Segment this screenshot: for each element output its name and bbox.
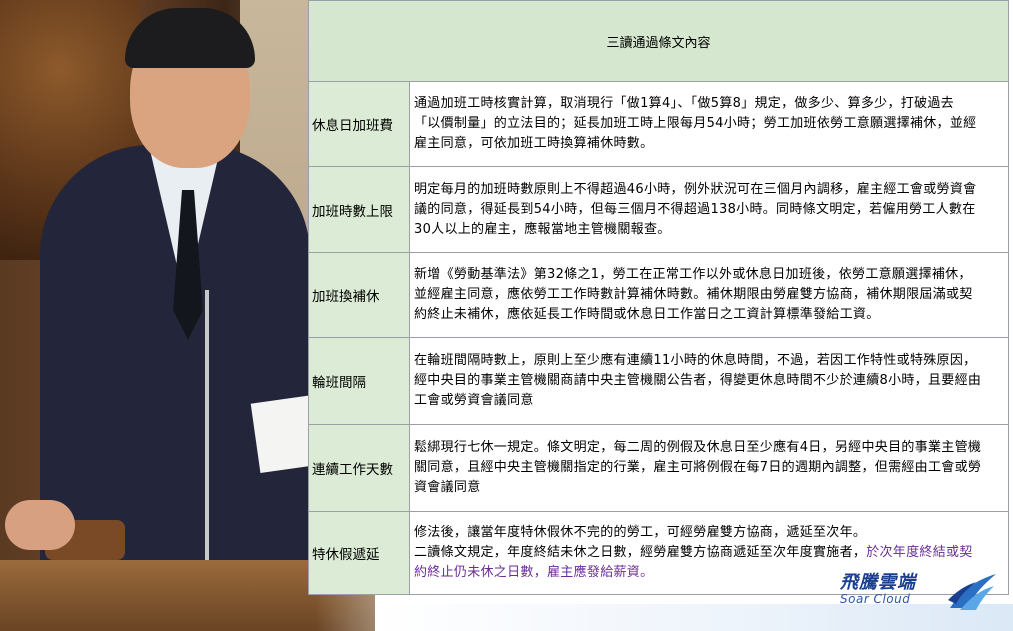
description-line: 在輪班間隔時數上，原則上至少應有連續11小時的休息時間，不過，若因工作特性或特殊… xyxy=(414,353,977,368)
wing-icon xyxy=(948,574,996,610)
hair-shape xyxy=(125,8,255,68)
description-line: 約終止未補休，應依延長工作時間或休息日工作當日之工資計算標準發給工資。 xyxy=(414,307,880,322)
description-line: 「以價制量」的立法目的；延長加班工時上限每月54小時；勞工加班依勞工意願選擇補休… xyxy=(414,116,977,131)
row-category: 加班換補休 xyxy=(308,252,410,338)
description-line: 通過加班工時核實計算，取消現行「做1算4」、「做5算8」規定，做多少、算多少，打… xyxy=(414,96,954,111)
row-category: 連續工作天數 xyxy=(308,424,410,512)
soar-cloud-logo: 飛騰雲端 Soar Cloud xyxy=(828,568,1003,624)
table-row: 休息日加班費 通過加班工時核實計算，取消現行「做1算4」、「做5算8」規定，做多… xyxy=(308,81,1009,167)
row-description: 在輪班間隔時數上，原則上至少應有連續11小時的休息時間，不過，若因工作特性或特殊… xyxy=(409,337,1009,425)
row-category: 特休假遞延 xyxy=(308,511,410,595)
logo-name-en: Soar Cloud xyxy=(840,592,911,606)
row-category: 輪班間隔 xyxy=(308,337,410,425)
row-description: 鬆綁現行七休一規定。條文明定，每二周的例假及休息日至少應有4日，另經中央目的事業… xyxy=(409,424,1009,512)
description-line: 修法後，讓當年度特休假休不完的的勞工，可經勞雇雙方協商，遞延至次年。 xyxy=(414,525,867,540)
table-row: 加班換補休 新增《勞動基準法》第32條之1，勞工在正常工作以外或休息日加班後，依… xyxy=(308,252,1009,338)
logo-name-cn: 飛騰雲端 xyxy=(840,572,916,593)
description-line: 並經雇主同意，應依勞工工作時數計算補休時數。補休期限由勞雇雙方協商，補休期限屆滿… xyxy=(414,287,973,302)
row-description: 明定每月的加班時數原則上不得超過46小時，例外狀況可在三個月內調移，雇主經工會或… xyxy=(409,166,1009,253)
law-articles-table: 三讀通過條文內容 休息日加班費 通過加班工時核實計算，取消現行「做1算4」、「做… xyxy=(308,0,1009,595)
row-description: 通過加班工時核實計算，取消現行「做1算4」、「做5算8」規定，做多少、算多少，打… xyxy=(409,81,1009,167)
row-category: 加班時數上限 xyxy=(308,166,410,253)
table-header: 三讀通過條文內容 xyxy=(308,0,1009,82)
description-line: 新增《勞動基準法》第32條之1，勞工在正常工作以外或休息日加班後，依勞工意願選擇… xyxy=(414,267,972,282)
description-line: 資會議同意 xyxy=(414,480,481,495)
description-line: 議的同意，得延長到54小時，但每三個月不得超過138小時。同時條文明定，若僱用勞… xyxy=(414,201,976,217)
table-row: 連續工作天數 鬆綁現行七休一規定。條文明定，每二周的例假及休息日至少應有4日，另… xyxy=(308,424,1009,512)
description-line: 鬆綁現行七休一規定。條文明定，每二周的例假及休息日至少應有4日，另經中央目的事業… xyxy=(414,440,982,455)
table-row: 加班時數上限 明定每月的加班時數原則上不得超過46小時，例外狀況可在三個月內調移… xyxy=(308,166,1009,253)
description-line: 二讀條文規定，年度終結未休之日數，經勞雇雙方協商遞延至次年度實施者，於次年度終結… xyxy=(414,543,1004,563)
description-line: 經中央目的事業主管機關商請中央主管機關公告者，得變更休息時間不少於連續8小時，且… xyxy=(414,373,982,388)
description-line: 關同意，且經中央主管機關指定的行業，雇主可將例假在每7日的週期內調整，但需經由工… xyxy=(414,460,982,475)
hand-shape xyxy=(5,500,75,550)
microphone-shape xyxy=(205,290,209,560)
description-line: 工會或勞資會議同意 xyxy=(414,393,534,408)
highlighted-text: 於次年度終結或契 xyxy=(866,545,973,560)
description-line: 30人以上的雇主，應報當地主管機關報查。 xyxy=(414,221,671,237)
row-description: 新增《勞動基準法》第32條之1，勞工在正常工作以外或休息日加班後，依勞工意願選擇… xyxy=(409,252,1009,338)
row-category: 休息日加班費 xyxy=(308,81,410,167)
description-line: 雇主同意，可依加班工時換算補休時數。 xyxy=(414,136,654,151)
description-text: 二讀條文規定，年度終結未休之日數，經勞雇雙方協商遞延至次年度實施者， xyxy=(414,545,867,560)
description-line: 明定每月的加班時數原則上不得超過46小時，例外狀況可在三個月內調移，雇主經工會或… xyxy=(414,181,977,197)
table-row: 輪班間隔 在輪班間隔時數上，原則上至少應有連續11小時的休息時間，不過，若因工作… xyxy=(308,337,1009,425)
